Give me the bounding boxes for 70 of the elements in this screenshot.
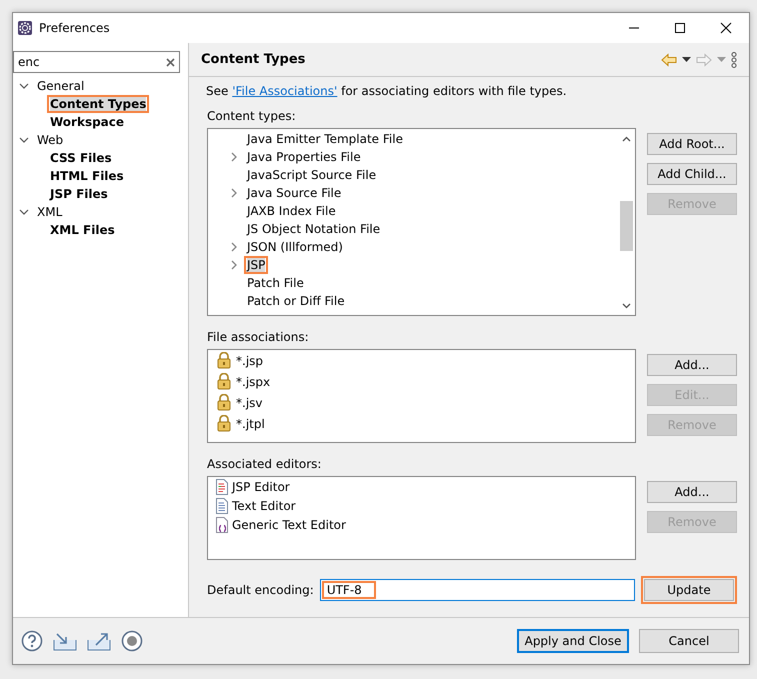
expanded-chevron-icon[interactable]: [19, 207, 29, 217]
tree-item[interactable]: Content Types: [47, 95, 150, 113]
chevron-icon[interactable]: [230, 152, 238, 162]
menu-icon[interactable]: [731, 52, 737, 68]
list-item[interactable]: Java Properties File: [244, 148, 364, 166]
list-item[interactable]: *.jsv: [236, 396, 263, 410]
dialog-button[interactable]: Cancel: [639, 629, 739, 653]
padlock-icon: [216, 394, 232, 411]
dropdown-caret-icon[interactable]: [682, 57, 691, 62]
chevron-icon[interactable]: [230, 260, 238, 270]
padlock-icon: [216, 415, 232, 432]
dialog-button[interactable]: Apply and Close: [517, 629, 629, 653]
padlock-icon: [216, 373, 232, 390]
action-button[interactable]: Add...: [647, 481, 737, 503]
expanded-chevron-icon[interactable]: [19, 81, 29, 91]
list-item[interactable]: JSON (Illformed): [244, 238, 346, 256]
tree-item[interactable]: JSP Files: [47, 185, 111, 203]
list-item[interactable]: Patch or Diff File: [244, 292, 348, 310]
section-label: Content types:: [207, 109, 297, 123]
list-item[interactable]: JavaScript Source File: [244, 166, 380, 184]
window-title: Preferences: [39, 21, 111, 35]
tree-item[interactable]: Workspace: [47, 113, 128, 131]
maximize-icon: [674, 22, 686, 34]
list-item[interactable]: *.jtpl: [236, 416, 265, 430]
field-label: Default encoding:: [207, 583, 314, 597]
list-item[interactable]: JSP: [244, 256, 268, 274]
list-item[interactable]: *.jsp: [236, 354, 264, 368]
list-item[interactable]: Text Editor: [232, 498, 296, 512]
action-button[interactable]: Add Child...: [647, 163, 737, 185]
page-title: Content Types: [201, 52, 306, 67]
tree-item[interactable]: CSS Files: [47, 149, 115, 167]
section-label: Associated editors:: [207, 457, 322, 471]
update-button[interactable]: Update: [644, 579, 734, 601]
export-icon[interactable]: [87, 631, 111, 651]
back-arrow-icon[interactable]: [661, 52, 677, 66]
filter-field[interactable]: enc: [13, 51, 180, 73]
import-icon[interactable]: [53, 631, 77, 651]
list-item[interactable]: Java Source File: [244, 184, 344, 202]
help-icon[interactable]: [21, 630, 43, 652]
list-item[interactable]: JSP Editor: [232, 480, 290, 494]
close-icon: [720, 22, 732, 34]
chevron-icon[interactable]: [230, 188, 238, 198]
section-label: File associations:: [207, 330, 310, 344]
list-item[interactable]: Generic Text Editor: [232, 518, 346, 532]
chevron-icon[interactable]: [230, 242, 238, 252]
clear-icon: [166, 58, 175, 66]
description-text: See 'File Associations' for associating editors with file types.: [206, 83, 568, 99]
expanded-chevron-icon[interactable]: [19, 135, 29, 145]
encoding-field[interactable]: UTF-8: [320, 579, 635, 601]
scrollbar-thumb[interactable]: [620, 201, 633, 251]
record-icon[interactable]: [121, 630, 143, 652]
list-item[interactable]: Patch File: [244, 274, 307, 292]
list-item[interactable]: JAXB Index File: [244, 202, 339, 220]
scroll-up-icon: [622, 136, 631, 142]
tree-item[interactable]: HTML Files: [47, 167, 127, 185]
tree-item[interactable]: XML: [35, 204, 64, 220]
list-item[interactable]: *.jspx: [236, 374, 270, 388]
list-item[interactable]: Java Emitter Template File: [244, 130, 406, 148]
action-button[interactable]: Add Root...: [647, 133, 737, 155]
padlock-icon: [216, 352, 232, 369]
action-button[interactable]: Add...: [647, 354, 737, 376]
encoding-input[interactable]: UTF-8: [324, 583, 373, 597]
file-associations-link[interactable]: 'File Associations': [232, 84, 338, 98]
list-item[interactable]: JS Object Notation File: [244, 220, 384, 238]
scroll-down-icon: [622, 303, 631, 309]
tree-item[interactable]: Web: [35, 132, 66, 148]
tree-item[interactable]: General: [35, 78, 86, 94]
filter-input[interactable]: enc: [18, 55, 138, 69]
tree-item[interactable]: XML Files: [47, 221, 118, 239]
gear-icon: [17, 20, 33, 36]
